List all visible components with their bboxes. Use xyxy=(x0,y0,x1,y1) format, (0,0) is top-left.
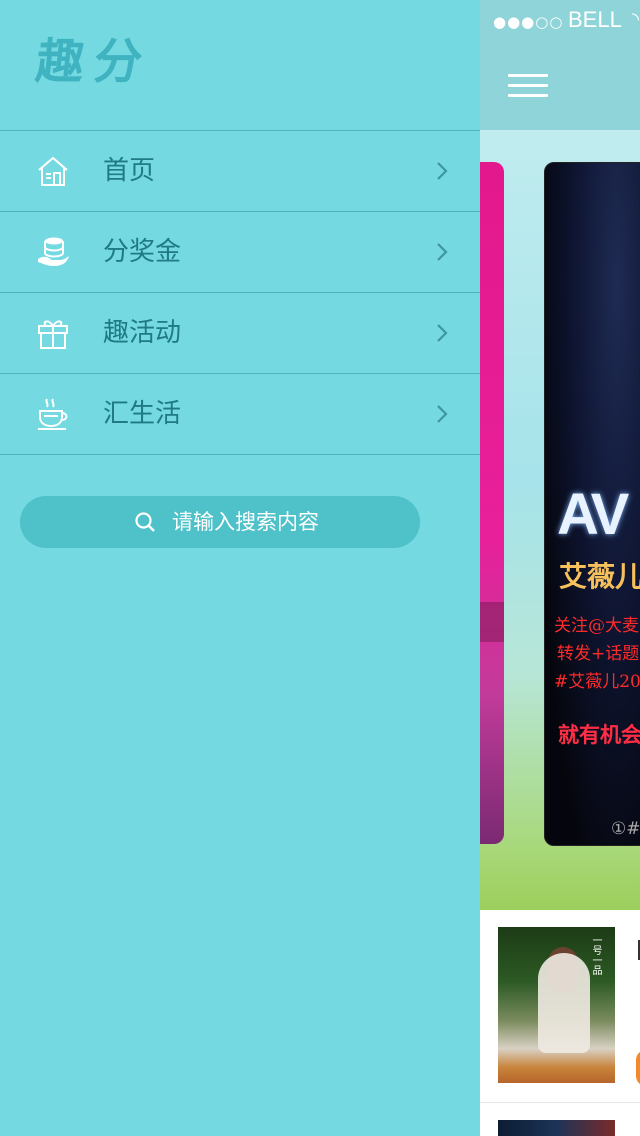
banner-footer: ①#7 xyxy=(611,819,640,839)
article-thumbnail[interactable]: 一号一品 xyxy=(498,927,615,1083)
search-icon xyxy=(135,512,155,532)
thumbnail-caption: 一号一品 xyxy=(590,935,601,975)
carrier-name: BELL xyxy=(568,7,622,32)
hamburger-line xyxy=(508,94,548,97)
top-nav-bar xyxy=(480,40,640,130)
wifi-icon: ◝ xyxy=(632,9,639,30)
side-drawer: 趣分 首页 分奖金 趣活动 汇生活 请输入搜索内容 xyxy=(0,0,480,1136)
status-bar: ●●●○○ BELL ◝ xyxy=(480,0,640,40)
banner-decoration xyxy=(480,678,482,766)
home-icon xyxy=(38,156,68,186)
coins-hand-icon xyxy=(38,237,69,266)
menu-item-activity-label: 趣活动 xyxy=(103,318,182,348)
app-logo: 趣分 xyxy=(33,34,155,90)
menu-item-bonus[interactable]: 分奖金 xyxy=(0,212,480,293)
gift-icon xyxy=(38,320,68,349)
menu-item-home-label: 首页 xyxy=(103,156,156,186)
menu-item-bonus-label: 分奖金 xyxy=(103,237,182,267)
chevron-right-icon xyxy=(437,405,448,423)
banner-line: 就有机会获 xyxy=(558,723,640,747)
main-content: ●●●○○ BELL ◝ AV 艾薇儿 关注@大麦网 转发+话题 #艾薇儿201… xyxy=(480,0,640,1136)
chevron-right-icon xyxy=(437,162,448,180)
banner-card-previous[interactable] xyxy=(480,162,504,844)
chevron-right-icon xyxy=(437,324,448,342)
banner-subtitle: 艾薇儿 xyxy=(559,560,640,593)
banner-line: 转发+话题 xyxy=(557,644,640,664)
banner-carousel[interactable]: AV 艾薇儿 关注@大麦网 转发+话题 #艾薇儿201 就有机会获 ①#7 xyxy=(480,130,640,910)
drawer-menu: 首页 分奖金 趣活动 汇生活 xyxy=(0,130,480,455)
menu-item-activity[interactable]: 趣活动 xyxy=(0,293,480,374)
search-input[interactable]: 请输入搜索内容 xyxy=(20,496,420,548)
thumbnail-figure xyxy=(538,953,590,1053)
article-badge[interactable] xyxy=(636,1050,640,1086)
menu-item-home[interactable]: 首页 xyxy=(0,131,480,212)
banner-title: AV xyxy=(557,482,629,547)
banner-card-current[interactable]: AV 艾薇儿 关注@大麦网 转发+话题 #艾薇儿201 就有机会获 ①#7 xyxy=(544,162,640,846)
banner-line: #艾薇儿201 xyxy=(554,672,640,692)
menu-item-life-label: 汇生活 xyxy=(103,399,182,429)
article-thumbnail[interactable] xyxy=(498,1120,615,1136)
signal-strength: ●●●○○ xyxy=(493,13,564,31)
chevron-right-icon xyxy=(437,243,448,261)
list-divider xyxy=(480,1102,640,1103)
menu-item-life[interactable]: 汇生活 xyxy=(0,374,480,455)
coffee-cup-icon xyxy=(38,398,68,430)
banner-line: 关注@大麦网 xyxy=(554,616,640,636)
menu-toggle-button[interactable] xyxy=(508,74,548,98)
search-placeholder: 请输入搜索内容 xyxy=(172,510,319,534)
hamburger-line xyxy=(508,84,548,87)
banner-decoration xyxy=(480,602,504,642)
hamburger-line xyxy=(508,74,548,77)
